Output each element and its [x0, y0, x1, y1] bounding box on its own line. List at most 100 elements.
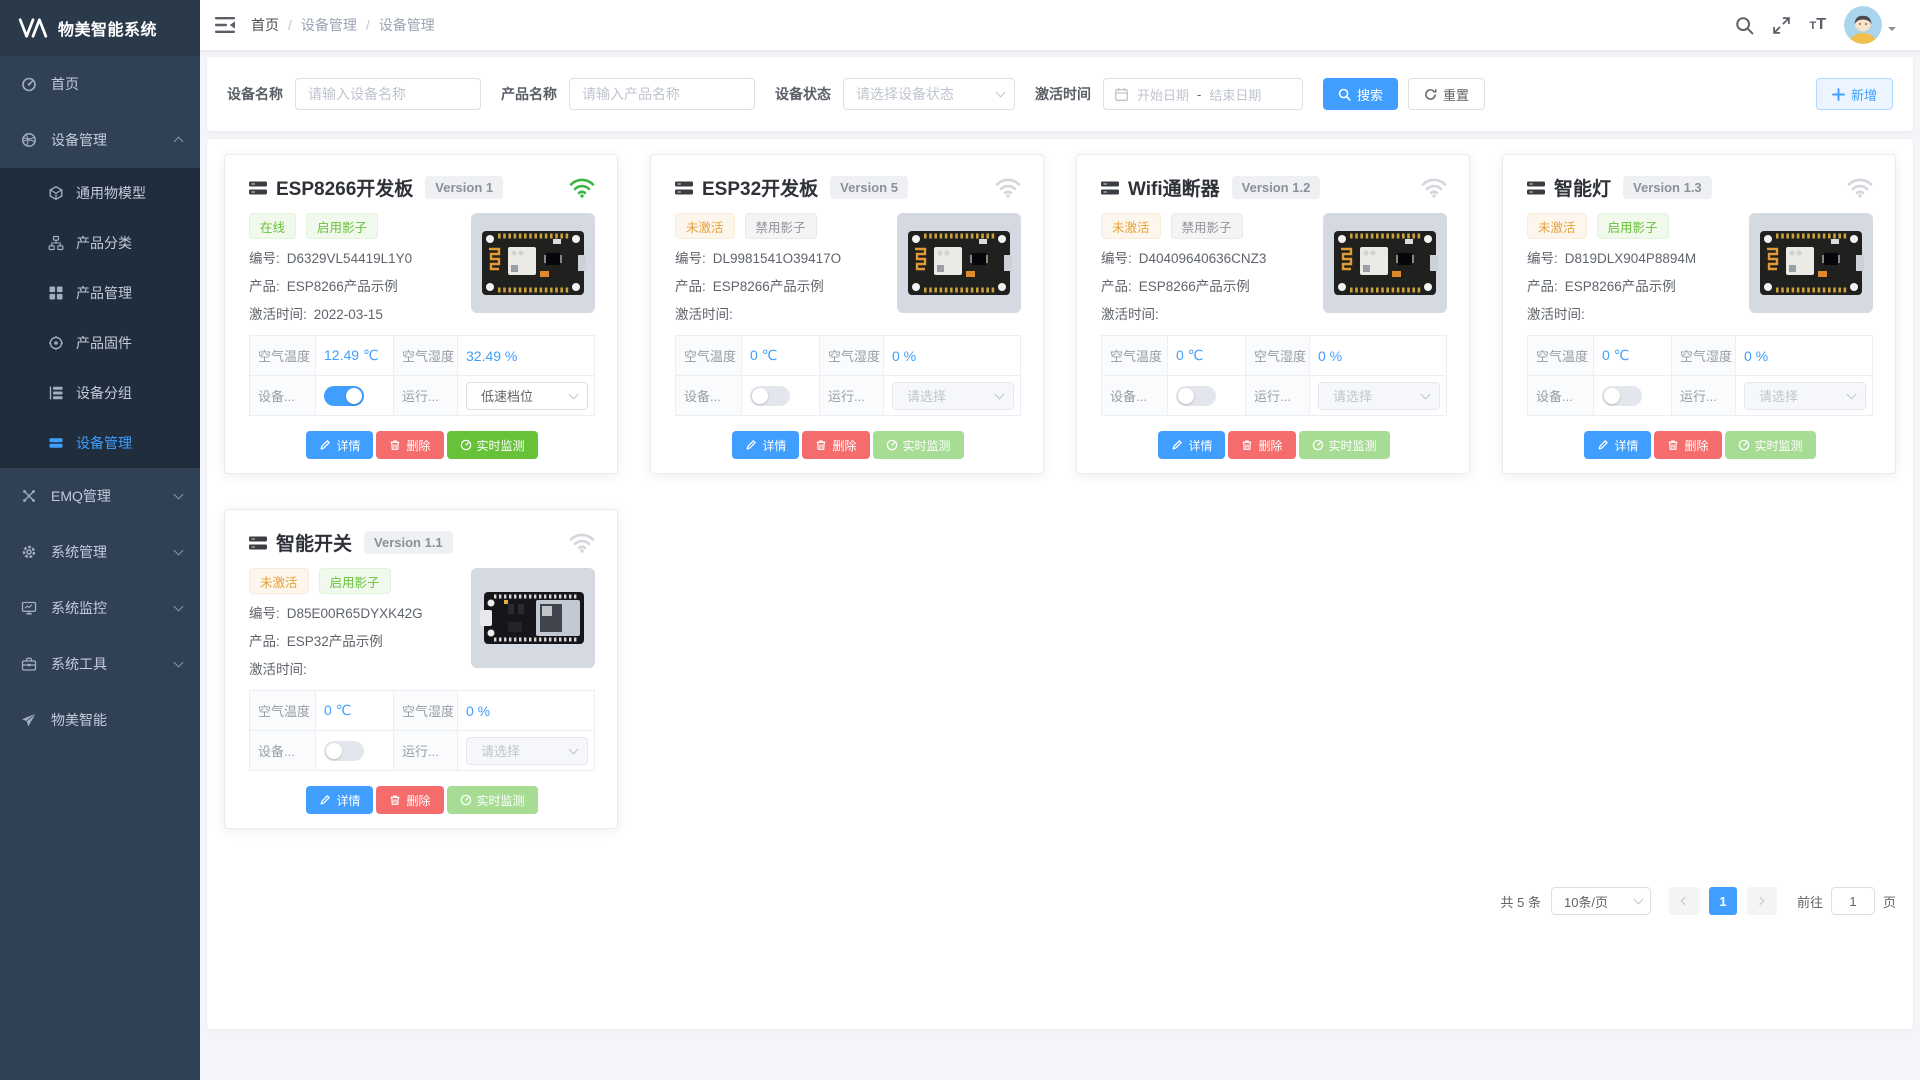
device-title: ESP32开发板 — [702, 174, 818, 201]
chevron-down-icon — [569, 744, 579, 754]
delete-button[interactable]: 删除 — [802, 431, 869, 459]
tag-row: 未激活 启用影子 — [249, 568, 463, 594]
sidebar-item-device-group[interactable]: 设备分组 — [0, 368, 200, 418]
filter-bar: 设备名称 产品名称 设备状态 请选择设备状态 激活时间 开始日期 - 结束日期 — [207, 57, 1913, 131]
app-logo[interactable]: 物美智能系统 — [0, 0, 200, 56]
chevron-down-icon — [1421, 389, 1431, 399]
current-page[interactable]: 1 — [1709, 887, 1737, 915]
product-line: 产品:ESP8266产品示例 — [675, 275, 889, 295]
detail-button[interactable]: 详情 — [1584, 431, 1651, 459]
firmware-version-badge: Version 5 — [830, 176, 908, 199]
sidebar-item-thing-model[interactable]: 通用物模型 — [0, 168, 200, 218]
sidebar-collapse-icon[interactable] — [215, 16, 235, 34]
run-mode-select[interactable]: 低速档位 — [466, 382, 588, 410]
prev-page-button[interactable] — [1669, 887, 1699, 915]
goto-page: 前往 页 — [1797, 887, 1896, 915]
reset-button[interactable]: 重置 — [1408, 78, 1485, 110]
product-name-input[interactable] — [569, 78, 755, 110]
monitor-button[interactable]: 实时监测 — [1725, 431, 1816, 459]
add-device-button[interactable]: 新增 — [1816, 78, 1893, 110]
sidebar-item-product-firmware[interactable]: 产品固件 — [0, 318, 200, 368]
breadcrumb-home[interactable]: 首页 — [251, 15, 279, 35]
run-mode-select[interactable]: 请选择 — [466, 737, 588, 765]
next-page-button[interactable] — [1747, 887, 1777, 915]
font-size-icon[interactable]: TT — [1809, 17, 1826, 33]
goto-page-input[interactable] — [1831, 887, 1875, 915]
user-menu[interactable] — [1844, 6, 1896, 44]
humidity-value: 0 % — [884, 336, 1021, 376]
sidebar-item-system-management[interactable]: 系统管理 — [0, 524, 200, 580]
sidebar-item-home[interactable]: 首页 — [0, 56, 200, 112]
sidebar-item-device-management[interactable]: 设备管理 — [0, 112, 200, 168]
device-name-input[interactable] — [295, 78, 481, 110]
calendar-icon — [1114, 87, 1129, 102]
humidity-value: 0 % — [458, 691, 595, 731]
run-mode-select[interactable]: 请选择 — [1318, 382, 1440, 410]
status-tag: 在线 — [249, 213, 296, 239]
device-card-grid: ESP8266开发板 Version 1 在线 启用影子 编号:D6329VL5… — [224, 154, 1896, 829]
refresh-icon — [1424, 88, 1437, 101]
search-button[interactable]: 搜索 — [1323, 78, 1398, 110]
sidebar-item-product-management[interactable]: 产品管理 — [0, 268, 200, 318]
device-switch[interactable] — [750, 386, 790, 406]
temperature-label: 空气温度 — [250, 691, 316, 731]
device-icon — [1101, 180, 1119, 196]
card-body: 未激活 禁用影子 编号:DL9981541O39417O 产品:ESP8266产… — [675, 213, 1021, 323]
device-status-label: 设备状态 — [775, 84, 831, 104]
app-title: 物美智能系统 — [58, 16, 157, 40]
sidebar-item-emq[interactable]: EMQ管理 — [0, 468, 200, 524]
delete-button[interactable]: 删除 — [1654, 431, 1721, 459]
monitor-button[interactable]: 实时监测 — [873, 431, 964, 459]
monitor-button[interactable]: 实时监测 — [447, 431, 538, 459]
run-mode-value: 请选择 — [907, 386, 946, 405]
delete-button[interactable]: 删除 — [376, 431, 443, 459]
delete-button[interactable]: 删除 — [376, 786, 443, 814]
trash-icon — [1241, 439, 1253, 451]
shadow-tag: 启用影子 — [306, 213, 378, 239]
detail-button[interactable]: 详情 — [306, 431, 373, 459]
sidebar-item-label: 系统监控 — [51, 598, 107, 618]
monitor-button[interactable]: 实时监测 — [1299, 431, 1390, 459]
search-icon — [1338, 88, 1351, 101]
page-size-select[interactable]: 10条/页 — [1551, 887, 1651, 915]
device-switch[interactable] — [324, 741, 364, 761]
detail-button[interactable]: 详情 — [1158, 431, 1225, 459]
device-switch[interactable] — [1176, 386, 1216, 406]
device-switch[interactable] — [324, 386, 364, 406]
sidebar-item-product-category[interactable]: 产品分类 — [0, 218, 200, 268]
detail-button[interactable]: 详情 — [732, 431, 799, 459]
delete-button[interactable]: 删除 — [1228, 431, 1295, 459]
device-switch[interactable] — [1602, 386, 1642, 406]
search-icon[interactable] — [1735, 16, 1754, 35]
board-esp8266 — [478, 225, 588, 301]
run-mode-select[interactable]: 请选择 — [1744, 382, 1866, 410]
device-switch-label: 设备... — [250, 731, 316, 771]
device-card: ESP8266开发板 Version 1 在线 启用影子 编号:D6329VL5… — [224, 154, 618, 474]
shadow-tag: 启用影子 — [1597, 213, 1669, 239]
firmware-version-badge: Version 1 — [425, 176, 503, 199]
sidebar-item-label: 物美智能 — [51, 710, 107, 730]
detail-button[interactable]: 详情 — [306, 786, 373, 814]
humidity-label: 空气湿度 — [394, 336, 458, 376]
device-icon — [675, 180, 693, 196]
breadcrumb-device-management[interactable]: 设备管理 — [301, 15, 357, 35]
sidebar-item-label: 产品管理 — [76, 283, 132, 303]
sidebar-item-label: 设备管理 — [76, 433, 132, 453]
gauge-icon — [460, 439, 472, 451]
device-switch-label: 设备... — [250, 376, 316, 416]
activation-time-line: 激活时间:2022-03-15 — [249, 303, 463, 323]
card-body: 未激活 启用影子 编号:D819DLX904P8894M 产品:ESP8266产… — [1527, 213, 1873, 323]
sidebar-item-system-monitor[interactable]: 系统监控 — [0, 580, 200, 636]
sidebar-item-label: 产品固件 — [76, 333, 132, 353]
date-range-picker[interactable]: 开始日期 - 结束日期 — [1103, 78, 1303, 110]
device-status-select[interactable]: 请选择设备状态 — [843, 78, 1015, 110]
sidebar-item-wumei-smart[interactable]: 物美智能 — [0, 692, 200, 748]
device-info: 未激活 禁用影子 编号:D40409640636CNZ3 产品:ESP8266产… — [1101, 213, 1315, 323]
sidebar-item-device-management-active[interactable]: 设备管理 — [0, 418, 200, 468]
monitor-button[interactable]: 实时监测 — [447, 786, 538, 814]
device-title: ESP8266开发板 — [276, 174, 413, 201]
sidebar-item-system-tools[interactable]: 系统工具 — [0, 636, 200, 692]
fullscreen-icon[interactable] — [1772, 16, 1791, 35]
product-line: 产品:ESP8266产品示例 — [1527, 275, 1741, 295]
run-mode-select[interactable]: 请选择 — [892, 382, 1014, 410]
